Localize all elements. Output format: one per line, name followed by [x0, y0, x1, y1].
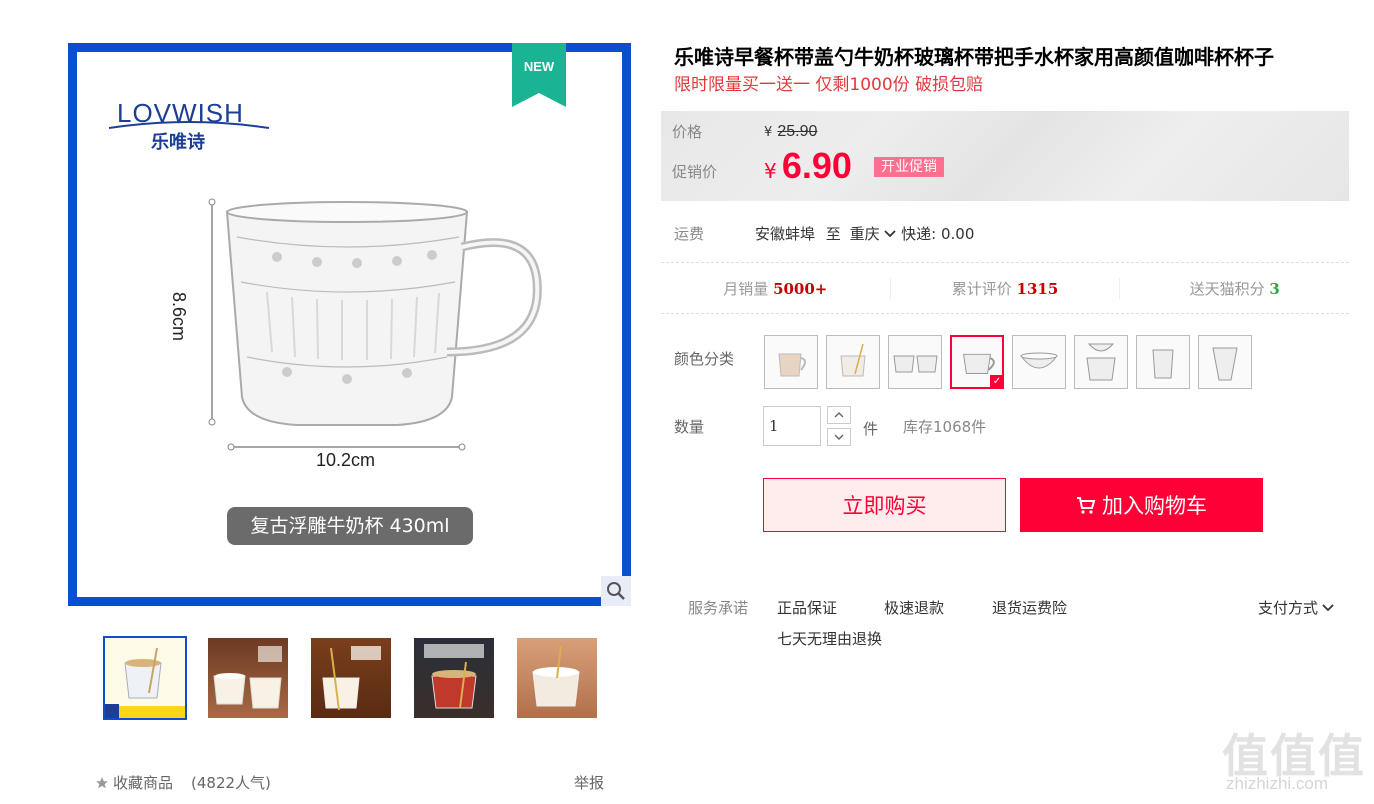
quantity-increase-button[interactable]: [827, 406, 851, 424]
color-option-6[interactable]: [1074, 335, 1128, 389]
buy-now-label: 立即购买: [842, 494, 927, 518]
new-badge: NEW: [512, 43, 566, 107]
quantity-input[interactable]: [763, 406, 821, 446]
original-price-value: 25.90: [777, 123, 818, 140]
thumbnail-4[interactable]: [412, 636, 496, 720]
service-item-7day-return[interactable]: 七天无理由退换: [777, 628, 882, 649]
stock-count: 库存1068件: [903, 418, 987, 436]
image-caption: 复古浮雕牛奶杯 430ml: [227, 507, 473, 545]
ship-to-selector[interactable]: 重庆: [850, 225, 902, 243]
review-count[interactable]: 累计评价 1315: [891, 278, 1121, 299]
promo-price: ¥ 6.90: [764, 145, 852, 187]
thumbnail-3[interactable]: [309, 636, 393, 720]
quantity-decrease-button[interactable]: [827, 428, 851, 446]
thumbnail-5[interactable]: [515, 636, 599, 720]
tmall-points-value: 3: [1269, 280, 1280, 298]
shipping-info: 安徽蚌埠 至 重庆 快递: 0.00: [755, 223, 974, 244]
watermark-url: zhizhizhi.com: [1226, 774, 1329, 793]
monthly-sales-value: 5000+: [773, 280, 828, 298]
color-option-3[interactable]: [888, 335, 942, 389]
promo-price-label: 促销价: [672, 163, 718, 181]
brand-logo: LOVWISH 乐唯诗: [109, 98, 269, 158]
service-item-fast-refund[interactable]: 极速退款: [884, 597, 944, 618]
divider: [661, 313, 1349, 314]
check-icon: ✓: [990, 375, 1004, 389]
shipping-label: 运费: [674, 225, 705, 243]
payment-methods-label: 支付方式: [1258, 599, 1319, 617]
height-dimension: 8.6cm: [169, 292, 189, 342]
product-subtitle: 限时限量买一送一 仅剩1000份 破损包赔: [674, 75, 984, 95]
favorite-label: 收藏商品: [113, 774, 174, 792]
ship-from: 安徽蚌埠: [755, 225, 816, 243]
color-option-1[interactable]: [764, 335, 818, 389]
review-count-value: 1315: [1016, 280, 1059, 298]
chevron-down-icon: [884, 230, 897, 238]
thumbnail-2[interactable]: [206, 636, 290, 720]
color-label: 颜色分类: [674, 350, 735, 368]
divider: [661, 262, 1349, 263]
chevron-down-icon: [834, 434, 844, 440]
add-to-cart-label: 加入购物车: [1102, 494, 1207, 518]
original-price: ¥ 25.90: [764, 121, 817, 141]
buy-now-button[interactable]: 立即购买: [763, 478, 1006, 532]
color-option-7[interactable]: [1136, 335, 1190, 389]
favorite-count: (4822人气): [191, 774, 271, 792]
review-count-label: 累计评价: [951, 280, 1012, 298]
promo-currency: ¥: [764, 159, 777, 183]
watermark: 值值值 zhizhizhi.com: [1222, 720, 1372, 800]
service-label: 服务承诺: [688, 599, 749, 617]
ship-to: 重庆: [849, 225, 880, 243]
thumbnail-1[interactable]: [103, 636, 187, 720]
mug-illustration: [208, 198, 542, 451]
chevron-up-icon: [834, 412, 844, 418]
quantity-label: 数量: [674, 418, 705, 436]
color-option-4[interactable]: ✓: [950, 335, 1004, 389]
brand-logo-en: LOVWISH: [117, 98, 244, 128]
color-option-5[interactable]: [1012, 335, 1066, 389]
magnifier-icon: [607, 582, 625, 600]
promo-tag: 开业促销: [874, 157, 944, 177]
main-product-image[interactable]: NEW LOVWISH 乐唯诗 8.6cm 10.2cm 复古浮雕牛奶杯 430…: [68, 43, 631, 606]
cart-icon: [1077, 497, 1096, 514]
add-to-cart-button[interactable]: 加入购物车: [1020, 478, 1263, 532]
favorite-link[interactable]: 收藏商品 (4822人气): [95, 772, 271, 793]
chevron-down-icon: [1322, 603, 1334, 611]
stats-row: 月销量 5000+ 累计评价 1315 送天猫积分 3: [661, 278, 1349, 299]
express-fee: 快递: 0.00: [901, 225, 975, 243]
service-item-return-insurance[interactable]: 退货运费险: [992, 597, 1067, 618]
monthly-sales: 月销量 5000+: [661, 278, 891, 299]
quantity-unit: 件: [863, 420, 879, 438]
thumbnail-strip: [103, 636, 599, 720]
star-icon: [96, 776, 108, 788]
brand-logo-cn: 乐唯诗: [151, 132, 205, 153]
report-link[interactable]: 举报: [574, 772, 604, 793]
color-option-8[interactable]: [1198, 335, 1252, 389]
width-dimension: 10.2cm: [316, 450, 376, 470]
zoom-button[interactable]: [601, 576, 631, 606]
ship-to-word: 至: [825, 225, 841, 243]
product-page: NEW LOVWISH 乐唯诗 8.6cm 10.2cm 复古浮雕牛奶杯 430…: [0, 0, 1374, 804]
original-currency: ¥: [764, 125, 773, 140]
tmall-points: 送天猫积分 3: [1120, 278, 1349, 299]
color-swatches: ✓: [764, 335, 1252, 389]
shipping-row: 运费 安徽蚌埠 至 重庆 快递: 0.00: [674, 223, 974, 244]
new-badge-label: NEW: [523, 59, 555, 74]
price-panel: 价格 ¥ 25.90 促销价 ¥ 6.90 开业促销: [661, 111, 1349, 201]
payment-methods-dropdown[interactable]: 支付方式: [1258, 597, 1334, 618]
service-item-genuine[interactable]: 正品保证: [777, 597, 837, 618]
price-label: 价格: [672, 123, 703, 141]
color-option-2[interactable]: [826, 335, 880, 389]
product-title: 乐唯诗早餐杯带盖勺牛奶杯玻璃杯带把手水杯家用高颜值咖啡杯杯子: [674, 45, 1274, 69]
promo-price-value: 6.90: [781, 145, 852, 186]
monthly-sales-label: 月销量: [723, 280, 769, 298]
tmall-points-label: 送天猫积分: [1189, 280, 1265, 298]
